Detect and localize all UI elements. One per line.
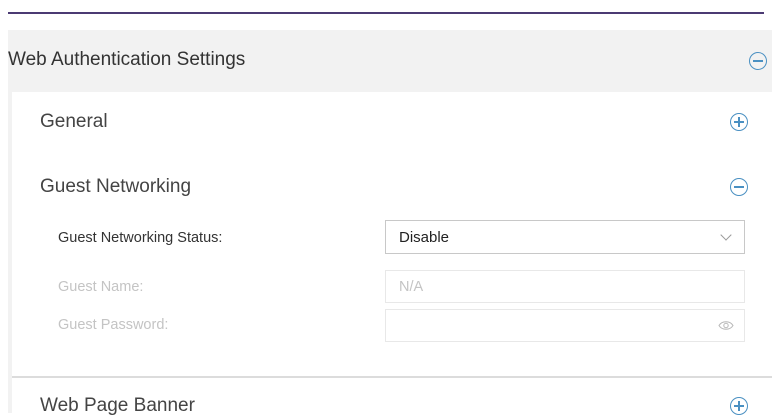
guest-name-label: Guest Name: [58, 279, 144, 295]
guest-name-value: N/A [399, 279, 424, 295]
top-divider [8, 12, 764, 14]
collapse-icon[interactable] [730, 178, 748, 196]
collapse-icon[interactable] [749, 52, 767, 70]
section-general-title[interactable]: General [40, 111, 108, 133]
guest-password-label: Guest Password: [58, 317, 169, 333]
panel-header[interactable]: Web Authentication Settings [8, 30, 772, 92]
expand-icon[interactable] [730, 397, 748, 415]
guest-name-field: N/A [385, 270, 745, 303]
panel-title: Web Authentication Settings [8, 49, 246, 70]
settings-subpanel: General Guest Networking Guest Networkin… [12, 92, 772, 416]
web-authentication-settings-panel: Web Authentication Settings General Gues… [8, 30, 772, 416]
section-guest-networking-title[interactable]: Guest Networking [40, 176, 191, 198]
expand-icon[interactable] [730, 113, 748, 131]
guest-password-field [385, 309, 745, 342]
eye-icon[interactable] [718, 320, 734, 331]
guest-networking-status-select[interactable]: Disable [385, 220, 745, 254]
select-value: Disable [399, 229, 450, 246]
guest-networking-status-label: Guest Networking Status: [58, 230, 223, 246]
chevron-down-icon [720, 229, 732, 241]
section-web-page-banner-title[interactable]: Web Page Banner [40, 395, 195, 417]
section-divider [12, 376, 772, 378]
